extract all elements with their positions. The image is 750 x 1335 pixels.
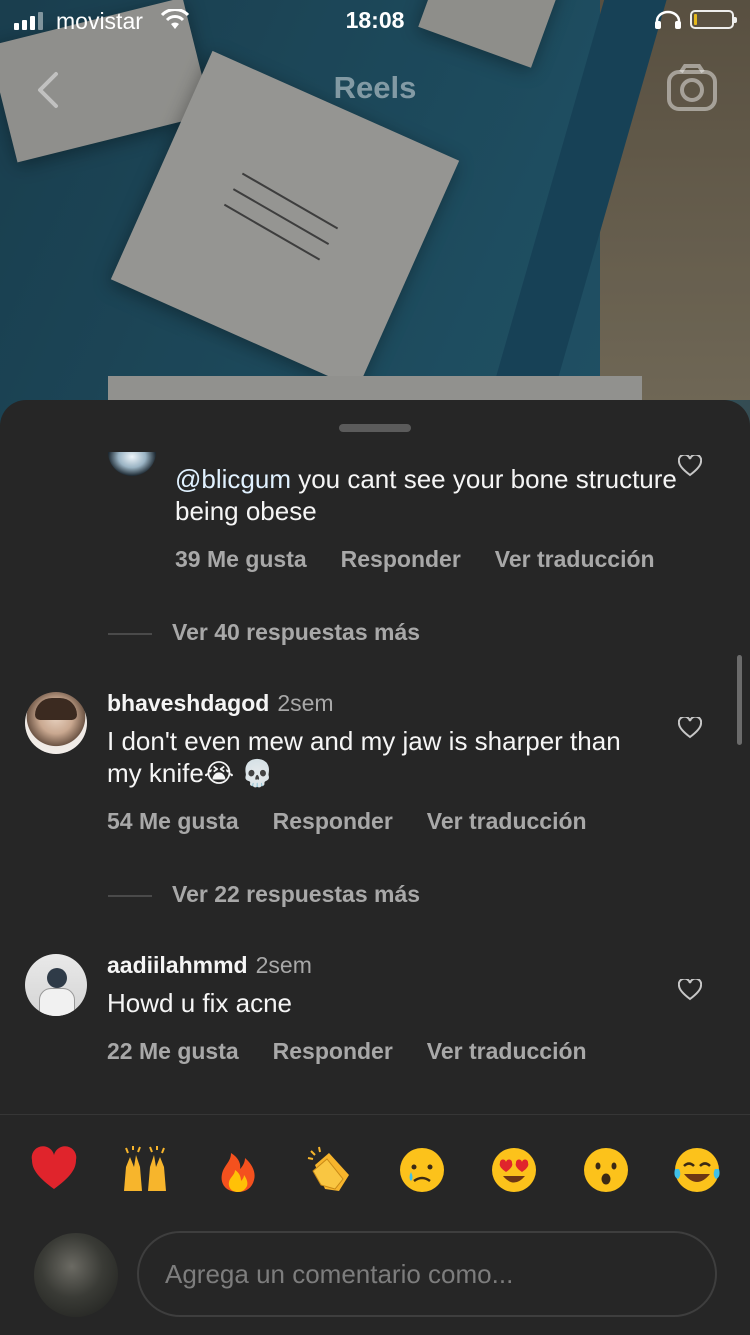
fire-icon[interactable]	[213, 1145, 263, 1195]
comment-time: 2sem	[277, 690, 334, 716]
comment-actions: 22 Me gusta Responder Ver traducción	[107, 1038, 621, 1065]
red-heart-icon[interactable]	[29, 1145, 79, 1195]
like-heart-icon[interactable]	[678, 455, 702, 477]
drag-handle[interactable]	[339, 424, 411, 432]
clapping-hands-icon[interactable]	[305, 1145, 355, 1195]
comment-username[interactable]: bhaveshdagod 2sem	[107, 690, 334, 717]
translate-button[interactable]: Ver traducción	[427, 808, 587, 834]
translate-button[interactable]: Ver traducción	[495, 546, 655, 572]
comment-text: @blicgum you cant see your bone structur…	[175, 464, 677, 526]
surprised-face-icon[interactable]	[581, 1145, 631, 1195]
reply-button[interactable]: Responder	[273, 1038, 393, 1064]
comment-text: I don't even mew and my jaw is sharper t…	[107, 726, 621, 788]
likes-count[interactable]: 22 Me gusta	[107, 1038, 239, 1064]
comment-actions: 39 Me gusta Responder Ver traducción	[175, 546, 689, 573]
comment-input-placeholder: Agrega un comentario como...	[165, 1259, 514, 1289]
avatar[interactable]	[108, 452, 156, 476]
comment-text: Howd u fix acne	[107, 988, 292, 1018]
headphones-icon	[655, 10, 681, 29]
mention-link[interactable]: @blicgum	[175, 464, 291, 494]
view-more-replies[interactable]: Ver 22 respuestas más	[108, 881, 420, 908]
likes-count[interactable]: 39 Me gusta	[175, 546, 307, 572]
quick-emoji-bar	[0, 1145, 750, 1201]
likes-count[interactable]: 54 Me gusta	[107, 808, 239, 834]
current-user-avatar[interactable]	[34, 1233, 118, 1317]
comment-actions: 54 Me gusta Responder Ver traducción	[107, 808, 621, 835]
scroll-indicator	[737, 655, 742, 745]
avatar[interactable]	[25, 692, 87, 754]
comment-username[interactable]: aadiilahmmd 2sem	[107, 952, 312, 979]
clock: 18:08	[345, 7, 405, 33]
view-more-replies[interactable]: Ver 40 respuestas más	[108, 619, 420, 646]
reply-button[interactable]: Responder	[273, 808, 393, 834]
avatar[interactable]	[25, 954, 87, 1016]
reply-button[interactable]: Responder	[341, 546, 461, 572]
raising-hands-icon[interactable]	[120, 1145, 170, 1195]
like-heart-icon[interactable]	[678, 979, 702, 1001]
tears-of-joy-icon[interactable]	[672, 1145, 722, 1195]
camera-icon[interactable]	[666, 64, 718, 112]
comment-composer-bar: Agrega un comentario como...	[0, 1114, 750, 1335]
battery-icon	[690, 10, 737, 29]
page-title: Reels	[333, 70, 417, 105]
translate-button[interactable]: Ver traducción	[427, 1038, 587, 1064]
status-bar: movistar 18:08	[0, 0, 750, 40]
like-heart-icon[interactable]	[678, 717, 702, 739]
comment-input[interactable]: Agrega un comentario como...	[137, 1231, 717, 1317]
crying-face-icon[interactable]	[397, 1145, 447, 1195]
heart-eyes-icon[interactable]	[489, 1145, 539, 1195]
comment-time: 2sem	[255, 952, 312, 978]
